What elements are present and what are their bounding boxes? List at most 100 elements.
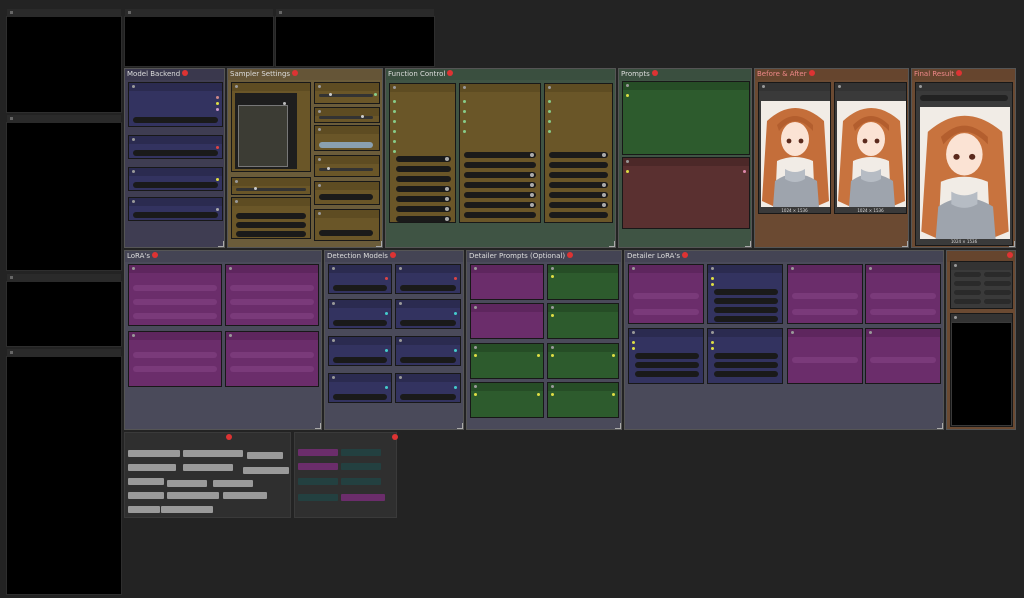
- node-hires-steps[interactable]: [314, 209, 380, 241]
- node-detailer-lora-1[interactable]: [628, 264, 704, 324]
- pin-icon[interactable]: [152, 252, 158, 258]
- node-detector-6[interactable]: [395, 336, 461, 366]
- pin-icon[interactable]: [651, 70, 658, 76]
- pin-icon[interactable]: [292, 70, 299, 76]
- pin-icon[interactable]: [226, 434, 232, 440]
- resize-handle-icon[interactable]: [615, 423, 621, 429]
- group-final-result[interactable]: Final Result 1024 × 1536: [911, 68, 1016, 248]
- group-detection-models[interactable]: Detection Models: [324, 250, 464, 430]
- node-detailer-prompt-green-1[interactable]: [547, 264, 619, 300]
- node-clip-skip[interactable]: [128, 167, 223, 191]
- node-preview-black[interactable]: [950, 313, 1013, 427]
- after-image-caption: 1024 × 1536: [857, 208, 884, 213]
- node-lora-2[interactable]: [225, 264, 319, 326]
- group-loras[interactable]: LoRA's: [124, 250, 322, 430]
- node-upscale-factor[interactable]: [314, 181, 380, 205]
- node-detector-4[interactable]: [395, 299, 461, 329]
- resize-handle-icon[interactable]: [218, 241, 224, 247]
- node-detailer-lora-stack-3[interactable]: [707, 328, 783, 384]
- node-detailer-lora-5[interactable]: [865, 328, 941, 384]
- node-latent-size[interactable]: [231, 177, 311, 195]
- group-title: Detection Models: [327, 252, 388, 260]
- node-detailer-lora-3[interactable]: [865, 264, 941, 324]
- group-misc-orange[interactable]: [946, 250, 1016, 430]
- ghost-node-5[interactable]: [124, 9, 274, 67]
- node-steps[interactable]: [314, 82, 380, 104]
- group-title: Before & After: [757, 70, 807, 78]
- ghost-node-3[interactable]: [6, 274, 122, 347]
- resize-handle-icon[interactable]: [376, 241, 382, 247]
- node-seed[interactable]: [314, 125, 380, 151]
- group-title: Function Control: [388, 70, 446, 78]
- node-negative-prompt[interactable]: [622, 157, 750, 229]
- pin-icon[interactable]: [392, 434, 398, 440]
- node-switch-1[interactable]: [389, 83, 456, 223]
- resize-handle-icon[interactable]: [745, 241, 751, 247]
- ghost-node-2[interactable]: [6, 115, 122, 271]
- node-preview-before[interactable]: 1024 × 1536: [758, 82, 831, 214]
- group-detailer-loras[interactable]: Detailer LoRA's: [624, 250, 944, 430]
- node-detector-2[interactable]: [395, 264, 461, 294]
- node-positive-prompt[interactable]: [622, 81, 750, 155]
- resize-handle-icon[interactable]: [902, 241, 908, 247]
- pin-icon[interactable]: [389, 252, 396, 258]
- pin-icon[interactable]: [1007, 252, 1013, 258]
- node-detailer-lora-stack-1[interactable]: [707, 264, 783, 324]
- node-detector-3[interactable]: [328, 299, 392, 329]
- group-before-after[interactable]: Before & After 1024 × 1536 1024 × 1536: [754, 68, 909, 248]
- node-detailer-prompt-purple-2[interactable]: [470, 303, 544, 339]
- node-detailer-lora-2[interactable]: [787, 264, 863, 324]
- group-detailer-prompts[interactable]: Detailer Prompts (Optional): [466, 250, 622, 430]
- group-bottom-mixed[interactable]: [294, 432, 398, 518]
- group-function-control[interactable]: Function Control: [385, 68, 616, 248]
- resize-handle-icon[interactable]: [937, 423, 943, 429]
- node-switch-2[interactable]: [459, 83, 541, 223]
- node-lora-1[interactable]: [128, 264, 222, 326]
- final-image: [920, 107, 1010, 239]
- pin-icon[interactable]: [567, 252, 574, 258]
- node-detailer-prompt-green-3[interactable]: [470, 343, 544, 379]
- node-detector-8[interactable]: [395, 373, 461, 403]
- resize-handle-icon[interactable]: [1009, 241, 1015, 247]
- group-model-backend[interactable]: Model Backend: [124, 68, 225, 248]
- node-settings-list[interactable]: [950, 261, 1013, 309]
- node-upscale-model[interactable]: [128, 197, 223, 221]
- node-switch-3[interactable]: [544, 83, 613, 223]
- ghost-node-4[interactable]: [6, 349, 122, 595]
- node-detailer-prompt-green-4[interactable]: [547, 343, 619, 379]
- node-detailer-prompt-green-5[interactable]: [470, 382, 544, 418]
- group-prompts[interactable]: Prompts: [618, 68, 752, 248]
- after-image: [837, 101, 906, 207]
- pin-icon[interactable]: [956, 70, 962, 76]
- node-detector-1[interactable]: [328, 264, 392, 294]
- ghost-node-6[interactable]: [275, 9, 435, 67]
- group-sampler-settings[interactable]: Sampler Settings: [227, 68, 383, 248]
- node-detailer-lora-stack-2[interactable]: [628, 328, 704, 384]
- pin-icon[interactable]: [447, 70, 454, 76]
- node-vae-loader[interactable]: [128, 135, 223, 159]
- node-lora-3[interactable]: [128, 331, 222, 387]
- node-sampler-scheduler[interactable]: [231, 197, 311, 239]
- node-cfg[interactable]: [314, 107, 380, 123]
- node-detailer-lora-4[interactable]: [787, 328, 863, 384]
- node-detector-5[interactable]: [328, 336, 392, 366]
- node-detailer-prompt-purple-1[interactable]: [470, 264, 544, 300]
- group-title: Final Result: [914, 70, 954, 78]
- node-checkpoint-loader[interactable]: [128, 82, 223, 127]
- pin-icon[interactable]: [808, 70, 815, 76]
- group-bottom-gray[interactable]: [124, 432, 291, 518]
- node-preview-after[interactable]: 1024 × 1536: [834, 82, 907, 214]
- resize-handle-icon[interactable]: [457, 423, 463, 429]
- node-denoise[interactable]: [314, 155, 380, 177]
- ghost-node-1[interactable]: [6, 9, 122, 113]
- node-detector-7[interactable]: [328, 373, 392, 403]
- node-detailer-prompt-green-6[interactable]: [547, 382, 619, 418]
- node-save-image[interactable]: 1024 × 1536: [915, 82, 1013, 246]
- node-empty-latent[interactable]: [231, 82, 311, 172]
- node-lora-4[interactable]: [225, 331, 319, 387]
- pin-icon[interactable]: [682, 252, 689, 258]
- pin-icon[interactable]: [182, 70, 189, 76]
- node-detailer-prompt-green-2[interactable]: [547, 303, 619, 339]
- resize-handle-icon[interactable]: [609, 241, 615, 247]
- resize-handle-icon[interactable]: [315, 423, 321, 429]
